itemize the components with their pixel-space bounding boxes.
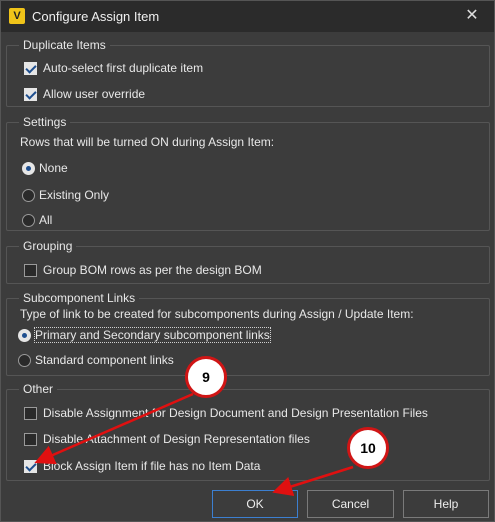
radio-circle[interactable] [22,213,35,227]
callout-9: 9 [185,356,227,398]
subcomponent-links-legend: Subcomponent Links [19,292,140,304]
dialog-title: Configure Assign Item [32,9,160,24]
grouping-legend: Grouping [19,240,77,252]
standard-component-links-radio[interactable]: Standard component links [18,351,174,369]
group-bom-rows-checkbox[interactable]: Group BOM rows as per the design BOM [24,261,262,279]
checkbox-label: Group BOM rows as per the design BOM [43,263,262,277]
duplicate-items-legend: Duplicate Items [19,39,110,51]
auto-select-first-duplicate-checkbox[interactable]: Auto-select first duplicate item [24,59,203,77]
radio-circle[interactable] [22,161,35,175]
radio-label: All [39,213,53,227]
checkbox-box[interactable] [24,61,37,75]
block-assign-item-checkbox[interactable]: Block Assign Item if file has no Item Da… [24,457,260,475]
checkbox-label: Disable Attachment of Design Representat… [43,432,310,446]
disable-attachment-checkbox[interactable]: Disable Attachment of Design Representat… [24,430,310,448]
radio-label: Primary and Secondary subcomponent links [34,327,271,343]
checkbox-label: Allow user override [43,87,146,101]
checkbox-box[interactable] [24,406,37,420]
allow-user-override-checkbox[interactable]: Allow user override [24,85,145,103]
existing-only-radio[interactable]: Existing Only [22,186,109,204]
checkbox-label: Auto-select first duplicate item [43,61,204,75]
checkbox-box[interactable] [24,459,37,473]
checkbox-box[interactable] [24,432,37,446]
checkbox-box[interactable] [24,263,37,277]
checkbox-label: Block Assign Item if file has no Item Da… [43,459,261,473]
disable-assignment-checkbox[interactable]: Disable Assignment for Design Document a… [24,404,428,422]
app-logo-icon: V [9,8,25,24]
callout-10: 10 [347,427,389,469]
checkbox-box[interactable] [24,87,37,101]
none-radio[interactable]: None [22,159,68,177]
configure-assign-item-dialog: V Configure Assign Item ✕ Duplicate Item… [0,0,495,522]
radio-circle[interactable] [22,188,35,202]
settings-prompt: Rows that will be turned ON during Assig… [20,135,275,149]
title-bar: V Configure Assign Item ✕ [1,1,494,32]
radio-label: Standard component links [35,353,174,367]
checkbox-label: Disable Assignment for Design Document a… [43,406,428,420]
radio-label: Existing Only [39,188,110,202]
close-icon[interactable]: ✕ [462,5,482,27]
radio-label: None [39,161,68,175]
radio-circle[interactable] [18,328,31,342]
radio-circle[interactable] [18,353,31,367]
other-legend: Other [19,383,58,395]
settings-legend: Settings [19,116,71,128]
all-radio[interactable]: All [22,211,52,229]
cancel-button[interactable]: Cancel [307,490,394,518]
ok-button[interactable]: OK [212,490,298,518]
help-button[interactable]: Help [403,490,489,518]
primary-secondary-links-radio[interactable]: Primary and Secondary subcomponent links [18,326,271,344]
subcomponent-prompt: Type of link to be created for subcompon… [20,307,414,321]
